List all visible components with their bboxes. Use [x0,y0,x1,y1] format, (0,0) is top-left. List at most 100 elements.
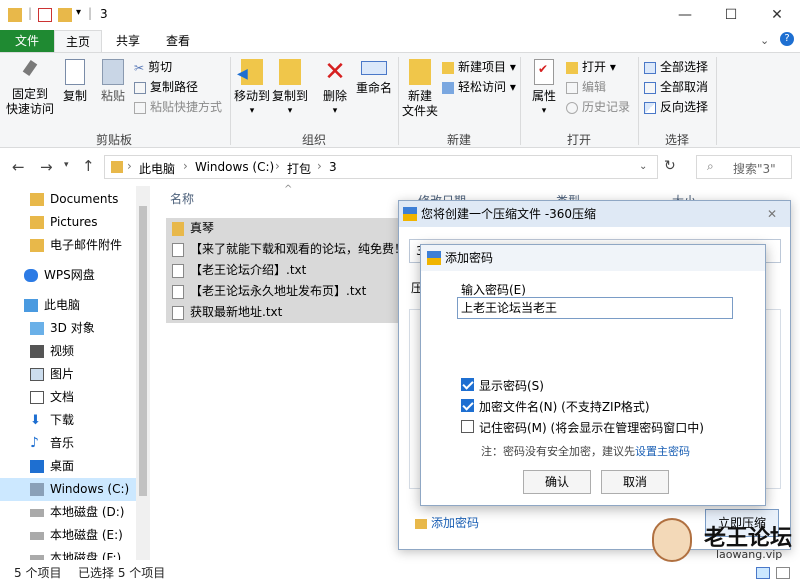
move-to-button[interactable]: ◀ 移动到 ▾ [234,59,270,119]
group-label-select: 选择 [664,133,689,147]
nav-item-pictures[interactable]: Pictures [0,211,150,234]
edit-button[interactable]: 编辑 [566,77,606,97]
maximize-button[interactable]: ☐ [708,0,754,30]
move-to-icon: ◀ [237,59,263,85]
paste-button[interactable]: 粘贴 [96,59,130,104]
breadcrumb-dabao[interactable]: 打包 [287,160,311,177]
back-arrow-icon[interactable]: ← [12,158,25,176]
search-box[interactable]: ⌕ 搜索"3" [696,155,792,179]
search-placeholder: 搜索"3" [733,162,776,176]
copy-to-icon [279,59,301,85]
nav-item-documents[interactable]: Documents [0,188,150,211]
properties-button[interactable]: ✔ 属性 ▾ [526,59,562,119]
rename-icon [361,61,387,75]
ok-button[interactable]: 确认 [523,470,591,494]
remember-password-checkbox[interactable] [461,420,474,433]
delete-button[interactable]: ✕ 删除 ▾ [318,59,352,119]
nav-item-3d-objects[interactable]: 3D 对象 [0,317,150,340]
minimize-button[interactable]: — [662,0,708,30]
nav-item-desktop[interactable]: 桌面 [0,455,150,478]
tab-share[interactable]: 共享 [106,30,150,52]
nav-item-disk-f[interactable]: 本地磁盘 (F:) [0,547,150,560]
cancel-button[interactable]: 取消 [601,470,669,494]
search-icon: ⌕ [707,159,714,173]
nav-item-downloads[interactable]: ⬇ 下载 [0,409,150,432]
open-button[interactable]: 打开 ▾ [566,57,616,77]
file-row[interactable]: 【老王论坛介绍】.txt [166,260,400,281]
file-row[interactable]: 获取最新地址.txt [166,302,400,323]
collapse-ribbon-icon[interactable]: ⌄ [760,34,769,47]
show-password-label[interactable]: 显示密码(S) [479,377,544,394]
tab-home[interactable]: 主页 [54,30,102,52]
rename-button[interactable]: 重命名 [354,59,394,96]
breadcrumb-windows-c[interactable]: Windows (C:) [195,160,274,174]
nav-item-documents-lib[interactable]: 文档 [0,386,150,409]
folder-icon [111,161,123,173]
nav-item-email-attachments[interactable]: 电子邮件附件 [0,234,150,257]
select-all-button[interactable]: 全部选择 [644,57,708,77]
file-row[interactable]: 真琴 [166,218,400,239]
remember-password-label[interactable]: 记住密码(M) (将会显示在管理密码窗口中) [479,419,704,436]
forward-arrow-icon[interactable]: → [40,158,53,176]
cut-button[interactable]: ✂ 剪切 [134,57,172,77]
breadcrumb-3[interactable]: 3 [329,160,337,174]
address-bar[interactable]: › 此电脑 › Windows (C:) › 打包 › 3 ⌄ [104,155,658,179]
add-password-link[interactable]: 添加密码 [415,514,479,531]
close-button[interactable]: ✕ [754,0,800,30]
nav-scrollbar[interactable] [136,186,150,560]
nav-item-pictures-lib[interactable]: 图片 [0,363,150,386]
copy-to-button[interactable]: 复制到 ▾ [272,59,308,119]
easy-access-button[interactable]: 轻松访问 ▾ [442,77,516,97]
nav-item-videos[interactable]: 视频 [0,340,150,363]
nav-item-windows-c[interactable]: Windows (C:) [0,478,150,501]
new-folder-quick-icon[interactable] [58,8,72,22]
pin-quick-access-button[interactable]: 固定到 快速访问 [6,59,54,117]
copy-path-icon [134,81,146,94]
file-row[interactable]: 【来了就能下载和观看的论坛，纯免费！ [166,239,400,260]
nav-item-this-pc[interactable]: 此电脑 [0,294,150,317]
help-icon[interactable]: ? [780,32,794,46]
status-bar: 5 个项目 已选择 5 个项目 [0,562,800,584]
nav-item-disk-e[interactable]: 本地磁盘 (E:) [0,524,150,547]
copy-button[interactable]: 复制 [58,59,92,104]
compress-dialog-titlebar: 您将创建一个压缩文件 -360压缩 ✕ [399,201,790,227]
title-bar: | ▾ | 3 — ☐ ✕ [0,0,800,30]
cloud-icon [24,269,38,282]
close-icon[interactable]: ✕ [767,201,777,227]
show-password-checkbox[interactable] [461,378,474,391]
tab-file[interactable]: 文件 [0,30,54,52]
paste-shortcut-button[interactable]: 粘贴快捷方式 [134,97,222,117]
recent-locations-chevron-icon[interactable]: ▾ [64,160,69,170]
new-folder-button[interactable]: 新建 文件夹 [400,59,440,119]
new-item-button[interactable]: 新建项目 ▾ [442,57,516,77]
breadcrumb-this-pc[interactable]: 此电脑 [139,160,175,177]
large-icons-view-icon[interactable] [776,567,790,579]
details-view-icon[interactable] [756,567,770,579]
file-row[interactable]: 【老王论坛永久地址发布页】.txt [166,281,400,302]
text-file-icon [172,264,184,278]
password-input-label: 输入密码(E) [461,283,526,297]
nav-scrollbar-thumb[interactable] [139,206,147,496]
properties-quick-icon[interactable] [38,8,52,22]
quick-access-dropdown-icon[interactable]: ▾ [76,7,81,18]
encrypt-filenames-checkbox[interactable] [461,399,474,412]
encrypt-filenames-label[interactable]: 加密文件名(N) (不支持ZIP格式) [479,398,650,415]
paste-shortcut-icon [134,101,146,114]
invert-selection-button[interactable]: 反向选择 [644,97,708,117]
copy-path-button[interactable]: 复制路径 [134,77,198,97]
nav-item-disk-d[interactable]: 本地磁盘 (D:) [0,501,150,524]
up-arrow-icon[interactable]: ↑ [82,157,95,175]
password-dialog-titlebar: 添加密码 [421,245,765,271]
nav-item-wps-drive[interactable]: WPS网盘 [0,264,150,287]
nav-item-music[interactable]: ♪ 音乐 [0,432,150,455]
select-none-button[interactable]: 全部取消 [644,77,708,97]
password-input[interactable]: 上老王论坛当老王 [457,297,733,319]
set-master-password-link[interactable]: 设置主密码 [635,445,690,458]
address-dropdown-icon[interactable]: ⌄ [639,161,647,172]
history-button[interactable]: 历史记录 [566,97,630,117]
tab-view[interactable]: 查看 [156,30,200,52]
group-label-organize: 组织 [301,133,326,147]
column-header-name[interactable]: 名称 [170,190,194,207]
refresh-icon[interactable]: ↻ [664,158,676,174]
group-label-open: 打开 [566,133,591,147]
